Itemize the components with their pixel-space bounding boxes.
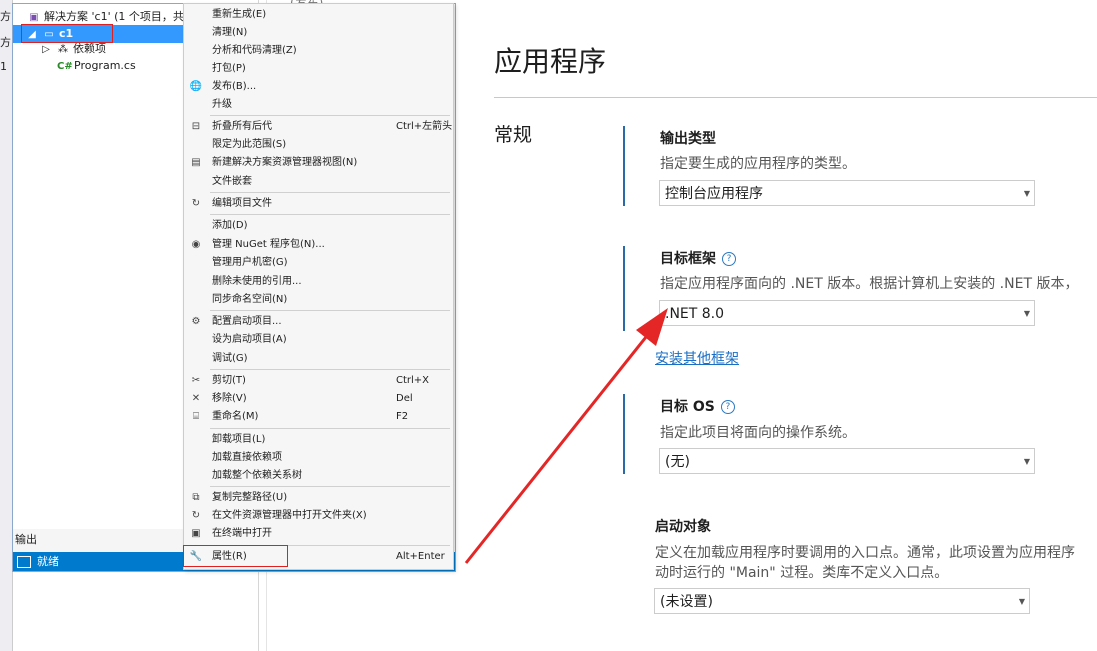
arrow-head xyxy=(636,308,668,346)
annotation-arrow xyxy=(464,308,668,564)
arrow-shaft xyxy=(464,331,652,564)
